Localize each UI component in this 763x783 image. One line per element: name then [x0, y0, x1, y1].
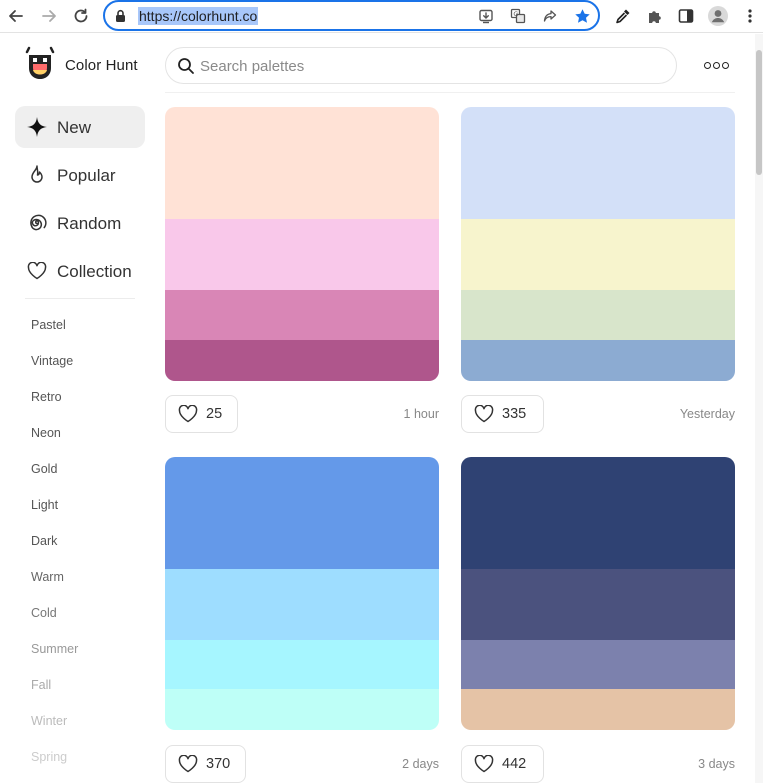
color-swatch[interactable] — [165, 290, 439, 340]
sparkle-icon — [26, 116, 48, 138]
scrollbar-thumb[interactable] — [756, 50, 762, 175]
heart-icon — [474, 754, 494, 778]
color-swatch[interactable] — [165, 340, 439, 381]
color-swatch[interactable] — [165, 640, 439, 689]
tag-winter[interactable]: Winter — [31, 714, 67, 728]
nav-new[interactable]: New — [15, 106, 145, 148]
nav-label: Popular — [57, 166, 116, 185]
search-box[interactable] — [165, 47, 677, 84]
palette-age: 2 days — [402, 757, 439, 771]
palette-age: 1 hour — [403, 407, 439, 421]
tag-pastel[interactable]: Pastel — [31, 318, 66, 332]
lock-icon[interactable] — [115, 9, 126, 28]
browser-menu-icon[interactable] — [737, 3, 763, 29]
eyedropper-extension-icon[interactable] — [610, 3, 636, 29]
color-swatch[interactable] — [165, 107, 439, 219]
header-divider — [165, 92, 735, 93]
tag-warm[interactable]: Warm — [31, 570, 64, 584]
nav-label: New — [57, 118, 92, 137]
nav-random[interactable]: Random — [15, 202, 145, 244]
profile-avatar-icon[interactable] — [705, 3, 731, 29]
tag-neon[interactable]: Neon — [31, 426, 61, 440]
nav-label: Random — [57, 214, 122, 233]
palette-card[interactable] — [461, 457, 735, 730]
url-text[interactable]: https://colorhunt.co — [138, 7, 259, 25]
palette-age: Yesterday — [679, 407, 735, 421]
svg-text:G: G — [513, 10, 518, 18]
tag-retro[interactable]: Retro — [31, 390, 62, 404]
color-swatch[interactable] — [461, 689, 735, 730]
tag-dark[interactable]: Dark — [31, 534, 57, 548]
color-swatch[interactable] — [165, 219, 439, 290]
like-count: 335 — [502, 406, 527, 422]
heart-icon — [178, 754, 198, 778]
browser-toolbar: https://colorhunt.co G — [0, 0, 763, 33]
tag-gold[interactable]: Gold — [31, 462, 57, 476]
heart-icon — [178, 404, 198, 428]
palette-card[interactable] — [461, 107, 735, 381]
address-bar[interactable]: https://colorhunt.co G — [103, 0, 600, 31]
share-icon[interactable] — [540, 6, 560, 26]
tag-fall[interactable]: Fall — [31, 678, 51, 692]
forward-arrow-icon[interactable] — [36, 3, 62, 29]
flame-icon — [26, 164, 48, 186]
color-swatch[interactable] — [461, 569, 735, 640]
extensions-puzzle-icon[interactable] — [642, 3, 668, 29]
heart-outline-icon — [26, 260, 48, 282]
tag-vintage[interactable]: Vintage — [31, 354, 73, 368]
like-button[interactable]: 25 — [165, 395, 238, 433]
sidebar-divider — [25, 298, 135, 299]
color-hunt-logo-icon[interactable] — [24, 46, 56, 87]
back-arrow-icon[interactable] — [3, 3, 29, 29]
color-swatch[interactable] — [461, 640, 735, 689]
palette-age: 3 days — [698, 757, 735, 771]
color-swatch[interactable] — [165, 569, 439, 640]
palette-card[interactable] — [165, 107, 439, 381]
heart-icon — [474, 404, 494, 428]
like-button[interactable]: 335 — [461, 395, 544, 433]
nav-label: Collection — [57, 262, 132, 281]
search-icon — [177, 57, 195, 80]
color-swatch[interactable] — [165, 457, 439, 569]
bookmark-star-icon[interactable] — [572, 6, 592, 26]
tag-cold[interactable]: Cold — [31, 606, 57, 620]
install-app-icon[interactable] — [476, 6, 496, 26]
more-options-icon[interactable] — [700, 55, 732, 75]
tag-spring[interactable]: Spring — [31, 750, 67, 764]
tag-light[interactable]: Light — [31, 498, 58, 512]
search-input[interactable] — [200, 56, 660, 76]
sidebar: New Popular Random Collection Pastel Vin… — [0, 100, 150, 783]
side-panel-icon[interactable] — [673, 3, 699, 29]
brand-name[interactable]: Color Hunt — [65, 57, 138, 74]
like-count: 370 — [206, 756, 231, 772]
reload-icon[interactable] — [68, 3, 94, 29]
like-button[interactable]: 370 — [165, 745, 246, 783]
color-swatch[interactable] — [461, 290, 735, 340]
color-swatch[interactable] — [461, 457, 735, 569]
palette-card[interactable] — [165, 457, 439, 730]
spiral-icon — [26, 212, 48, 234]
like-count: 442 — [502, 756, 527, 772]
color-swatch[interactable] — [461, 219, 735, 290]
like-button[interactable]: 442 — [461, 745, 544, 783]
nav-collection[interactable]: Collection — [15, 250, 145, 292]
nav-popular[interactable]: Popular — [15, 154, 145, 196]
color-swatch[interactable] — [461, 340, 735, 381]
color-swatch[interactable] — [165, 689, 439, 730]
translate-icon[interactable]: G — [508, 6, 528, 26]
like-count: 25 — [206, 406, 223, 422]
color-swatch[interactable] — [461, 107, 735, 219]
tag-summer[interactable]: Summer — [31, 642, 78, 656]
